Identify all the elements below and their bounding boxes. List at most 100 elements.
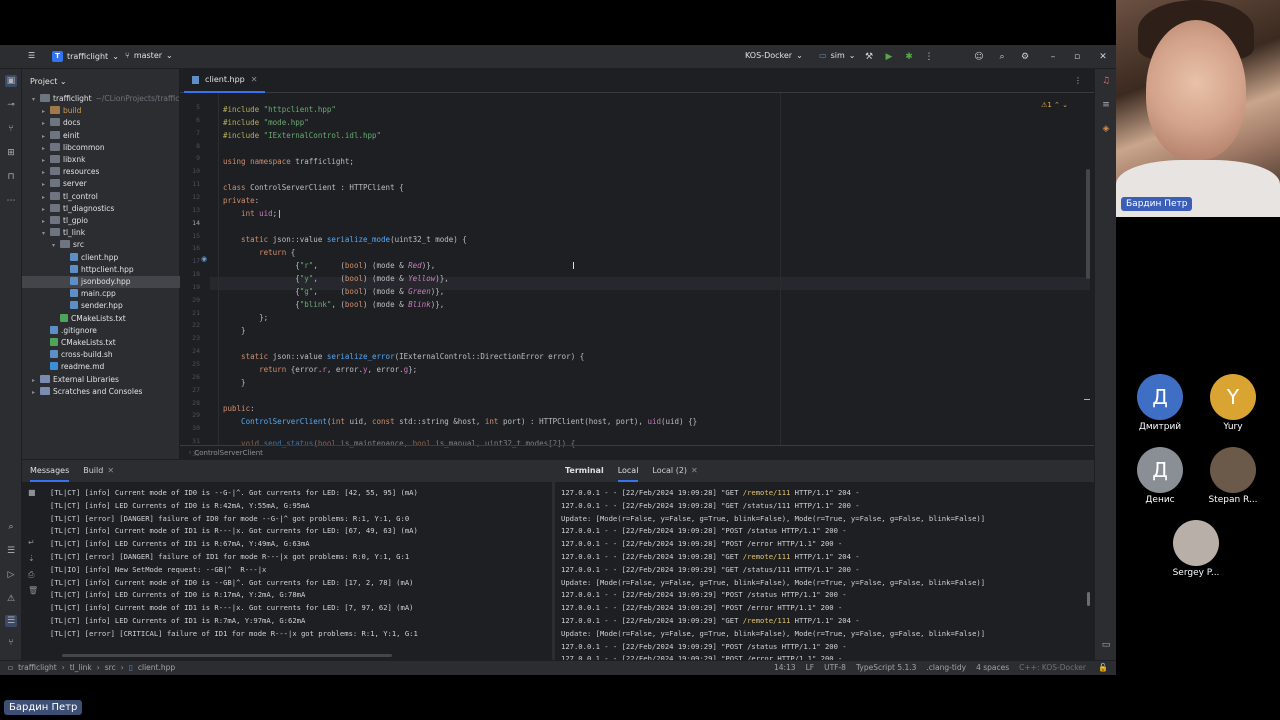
tree-item[interactable]: ▸ tl_control (22, 191, 180, 203)
project-selector[interactable]: T trafficlight ⌄ (52, 51, 119, 62)
problems-icon[interactable]: ⚠ (5, 593, 17, 605)
add-user-icon[interactable]: ☺ (973, 51, 985, 63)
override-gutter-icon[interactable]: ◉ (201, 255, 207, 263)
search-icon[interactable]: ⌕ (996, 51, 1008, 63)
target-selector[interactable]: ▭ sim ⌄ (819, 51, 855, 60)
trash-icon[interactable]: 🗑 (28, 586, 38, 595)
tree-item[interactable]: ▾ tl_link (22, 227, 180, 239)
tree-item[interactable]: readme.md (22, 361, 180, 373)
soft-wrap-icon[interactable]: ↵ (28, 538, 35, 547)
debug-icon[interactable]: ✱ (903, 51, 915, 63)
tree-item[interactable]: ▸ tl_diagnostics (22, 203, 180, 215)
main-menu-button[interactable]: ☰ (28, 51, 35, 60)
messages-hscrollbar[interactable] (62, 654, 392, 657)
print-icon[interactable]: ⎙ (28, 570, 34, 580)
status-crumb[interactable]: tl_link (70, 663, 92, 672)
terminal-scrollbar[interactable] (1087, 592, 1090, 606)
more-icon[interactable]: ⋮ (923, 51, 935, 63)
notifications-icon[interactable]: ♫ (1100, 75, 1112, 87)
tree-item[interactable]: httpclient.hpp (22, 264, 180, 276)
code-area[interactable]: #include "httpclient.hpp" #include "mode… (223, 93, 1083, 448)
tree-item[interactable]: ▸ tl_gpio (22, 215, 180, 227)
pull-requests-icon[interactable]: ⑂ (5, 123, 17, 135)
tree-item[interactable]: ▸ build (22, 105, 180, 117)
tab-messages[interactable]: Messages (30, 460, 70, 482)
run-tool-icon[interactable]: ▷ (5, 569, 17, 581)
terminal-url[interactable]: /remote/111 (743, 488, 791, 497)
editor-scrollbar[interactable] (1086, 169, 1090, 279)
terminal-tool-icon[interactable]: ▭ (1100, 639, 1112, 651)
tab-local-2[interactable]: Local (2) ✕ (652, 460, 697, 482)
maximize-icon[interactable]: ▫ (1071, 51, 1083, 63)
tree-item[interactable]: ▾ src (22, 239, 180, 251)
close-tab-icon[interactable]: ✕ (251, 68, 258, 92)
tree-item[interactable]: ▸ Scratches and Consoles (22, 386, 180, 398)
chevron-right-icon[interactable]: ▸ (32, 375, 40, 387)
chevron-right-icon[interactable]: ▸ (42, 106, 50, 118)
project-panel-header[interactable]: Project ⌄ (30, 77, 67, 86)
chevron-down-icon[interactable]: ▾ (42, 228, 50, 240)
file-encoding[interactable]: UTF-8 (824, 663, 846, 672)
minimize-icon[interactable]: – (1047, 51, 1059, 63)
messages-tool-icon[interactable]: ☰ (5, 615, 17, 627)
chevron-right-icon[interactable]: ▸ (42, 204, 50, 216)
run-icon[interactable]: ▶ (883, 51, 895, 63)
tree-item[interactable]: client.hpp (22, 252, 180, 264)
scroll-end-icon[interactable]: ⇣ (28, 554, 35, 563)
tree-item[interactable]: ▾ trafficlight ~/CLionProjects/traffic (22, 93, 180, 105)
tree-item[interactable]: jsonbody.hpp (22, 276, 180, 288)
status-crumb[interactable]: client.hpp (138, 663, 175, 672)
chevron-right-icon[interactable]: ▸ (42, 192, 50, 204)
tree-item[interactable]: CMakeLists.txt (22, 313, 180, 325)
chevron-right-icon[interactable]: ▸ (42, 118, 50, 130)
commit-icon[interactable]: ⊸ (5, 99, 17, 111)
close-tab-icon[interactable]: ✕ (691, 466, 698, 475)
branch-selector[interactable]: ⑂ master ⌄ (125, 51, 173, 60)
line-separator[interactable]: LF (806, 663, 815, 672)
caret-position[interactable]: 14:13 (774, 663, 796, 672)
participant-tile[interactable]: Д Денис (1130, 447, 1190, 505)
messages-output[interactable]: ■ ↵ ⇣ ⎙ 🗑 [TL|CT] [info] Current mode of… (22, 482, 552, 661)
run-config-selector[interactable]: KOS-Docker ⌄ (745, 51, 803, 60)
chevron-right-icon[interactable]: ▸ (42, 179, 50, 191)
status-crumb[interactable]: src (105, 663, 116, 672)
close-tab-icon[interactable]: ✕ (107, 466, 114, 475)
participant-tile[interactable]: Y Yury (1203, 374, 1263, 432)
tree-item[interactable]: CMakeLists.txt (22, 337, 180, 349)
structure-icon[interactable]: ⊞ (5, 147, 17, 159)
warning-stripe-marker[interactable] (1084, 399, 1090, 400)
participant-tile[interactable]: Stepan R... (1203, 447, 1263, 505)
tree-item[interactable]: .gitignore (22, 325, 180, 337)
tree-item[interactable]: ▸ docs (22, 117, 180, 129)
chevron-right-icon[interactable]: ▸ (42, 167, 50, 179)
resolve-context[interactable]: C++: KOS-Docker (1019, 663, 1086, 672)
build-hammer-icon[interactable]: ⚒ (863, 51, 875, 63)
language-service[interactable]: TypeScript 5.1.3 (856, 663, 916, 672)
clang-tidy-status[interactable]: .clang-tidy (926, 663, 966, 672)
tree-item[interactable]: ▸ libxnk (22, 154, 180, 166)
breadcrumb[interactable]: ◦ ControlServerClient (180, 445, 1094, 459)
tree-item[interactable]: cross-build.sh (22, 349, 180, 361)
chevron-right-icon[interactable]: ▸ (42, 131, 50, 143)
indent-setting[interactable]: 4 spaces (976, 663, 1009, 672)
more-tools-icon[interactable]: ⋯ (5, 195, 17, 207)
chevron-right-icon[interactable]: ▸ (42, 216, 50, 228)
terminal-url[interactable]: /remote/111 (743, 616, 791, 625)
status-crumb[interactable]: trafficlight (18, 663, 57, 672)
bookmarks-icon[interactable]: ⊓ (5, 171, 17, 183)
gear-icon[interactable]: ⚙ (1019, 51, 1031, 63)
participant-tile[interactable]: Sergey P... (1166, 520, 1226, 578)
terminal-url[interactable]: /remote/111 (743, 552, 791, 561)
chevron-right-icon[interactable]: ▸ (32, 387, 40, 399)
chevron-down-icon[interactable]: ▾ (52, 240, 60, 252)
close-icon[interactable]: ✕ (1097, 51, 1109, 63)
tree-item[interactable]: ▸ resources (22, 166, 180, 178)
tree-item[interactable]: ▸ libcommon (22, 142, 180, 154)
recent-files-icon[interactable]: ⋮ (1074, 76, 1082, 85)
git-icon[interactable]: ⑂ (5, 637, 17, 649)
participant-tile[interactable]: Д Дмитрий (1130, 374, 1190, 432)
terminal-output[interactable]: 127.0.0.1 - - [22/Feb/2024 19:09:28] "GE… (555, 482, 1094, 661)
tree-item[interactable]: sender.hpp (22, 300, 180, 312)
chevron-down-icon[interactable]: ▾ (32, 94, 40, 106)
find-icon[interactable]: ⌕ (5, 521, 17, 533)
